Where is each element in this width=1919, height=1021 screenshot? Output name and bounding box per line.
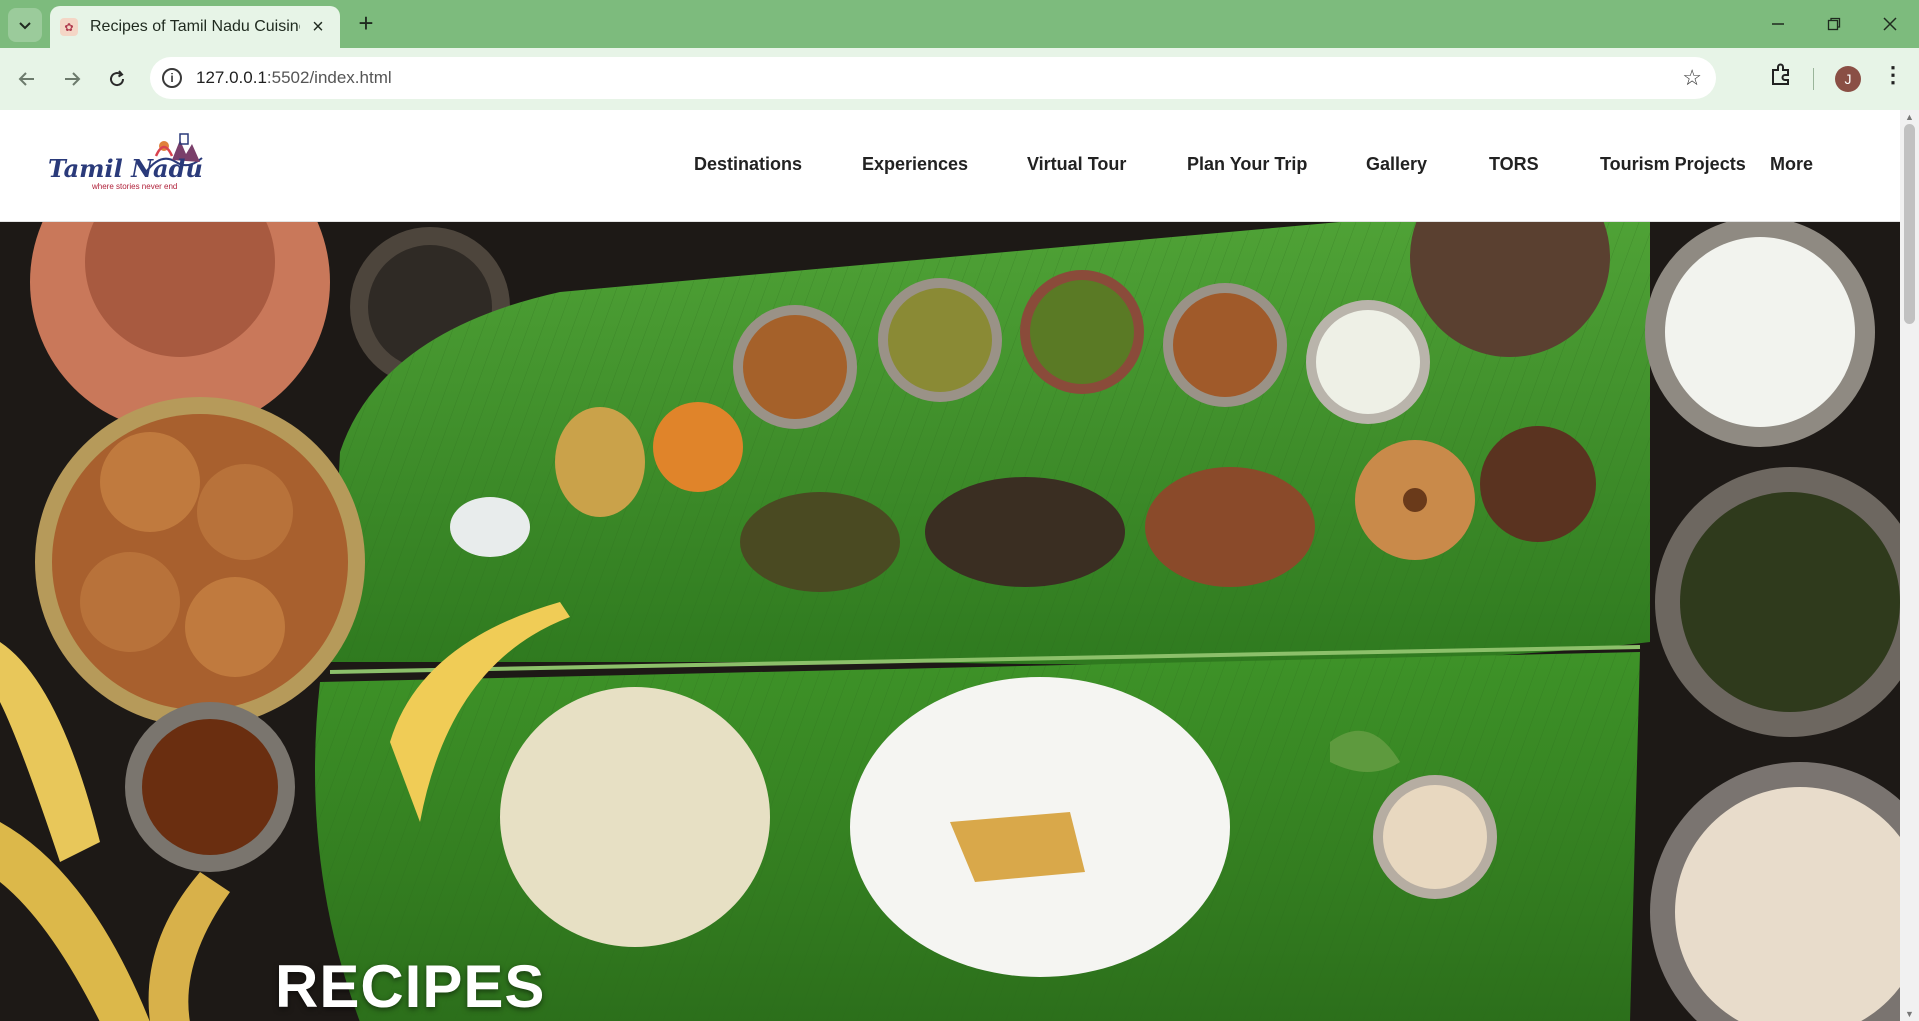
nav-virtual-tour[interactable]: Virtual Tour <box>1027 154 1126 175</box>
browser-toolbar: i 127.0.0.1:5502/index.html ☆ <box>0 48 1919 110</box>
scrollbar-thumb[interactable] <box>1904 124 1915 324</box>
back-button[interactable] <box>10 62 44 96</box>
forward-button[interactable] <box>55 62 89 96</box>
nav-plan-your-trip[interactable]: Plan Your Trip <box>1187 154 1307 175</box>
address-bar[interactable]: i 127.0.0.1:5502/index.html ☆ <box>150 57 1716 99</box>
site-favicon-icon: ✿ <box>60 18 78 36</box>
nav-destinations[interactable]: Destinations <box>694 154 802 175</box>
url-text: 127.0.0.1:5502/index.html <box>196 68 392 88</box>
logo-wordmark: Tamil Nadu <box>48 154 203 183</box>
site-header: Tamil Nadu where stories never end Desti… <box>0 110 1900 222</box>
scroll-down-arrow-icon[interactable]: ▼ <box>1905 1009 1914 1019</box>
site-logo[interactable]: Tamil Nadu where stories never end <box>48 132 208 200</box>
toolbar-separator <box>1813 68 1814 90</box>
close-window-button[interactable] <box>1870 8 1910 40</box>
chevron-down-icon <box>19 22 31 30</box>
minimize-button[interactable] <box>1758 8 1798 40</box>
logo-tagline: where stories never end <box>92 182 178 191</box>
browser-tab-strip: ✿ Recipes of Tamil Nadu Cuisine | × + <box>0 0 1919 48</box>
tab-title: Recipes of Tamil Nadu Cuisine | <box>90 18 300 35</box>
reload-button[interactable] <box>100 62 134 96</box>
new-tab-button[interactable]: + <box>352 10 380 38</box>
extensions-icon[interactable] <box>1768 62 1794 88</box>
profile-avatar[interactable]: J <box>1835 66 1861 92</box>
tab-close-icon[interactable]: × <box>306 16 330 39</box>
banana-leaf-meal-image <box>0 222 1900 1021</box>
nav-tors[interactable]: TORS <box>1489 154 1539 175</box>
minimize-icon <box>1772 23 1784 25</box>
arrow-right-icon <box>65 72 81 86</box>
active-tab[interactable]: ✿ Recipes of Tamil Nadu Cuisine | × <box>50 6 340 48</box>
url-path: :5502/index.html <box>266 68 392 87</box>
browser-menu-button[interactable]: ⋮ <box>1880 62 1906 92</box>
nav-more[interactable]: More <box>1770 154 1813 175</box>
hero-banner: RECIPES <box>0 222 1900 1021</box>
restore-button[interactable] <box>1814 8 1854 40</box>
tab-search-button[interactable] <box>8 8 42 42</box>
close-icon <box>1883 17 1897 31</box>
site-info-icon[interactable]: i <box>162 68 182 88</box>
restore-icon <box>1827 17 1841 31</box>
url-host: 127.0.0.1 <box>196 68 267 87</box>
hero-title: RECIPES <box>275 953 546 1020</box>
bookmark-star-icon[interactable]: ☆ <box>1682 65 1702 91</box>
arrow-left-icon <box>18 72 34 86</box>
scroll-up-arrow-icon[interactable]: ▲ <box>1905 112 1914 122</box>
nav-gallery[interactable]: Gallery <box>1366 154 1427 175</box>
nav-tourism-projects[interactable]: Tourism Projects <box>1600 154 1746 175</box>
page-scrollbar[interactable]: ▲ ▼ <box>1900 110 1919 1021</box>
reload-icon <box>110 70 125 87</box>
nav-experiences[interactable]: Experiences <box>862 154 968 175</box>
page-viewport: Tamil Nadu where stories never end Desti… <box>0 110 1900 1021</box>
